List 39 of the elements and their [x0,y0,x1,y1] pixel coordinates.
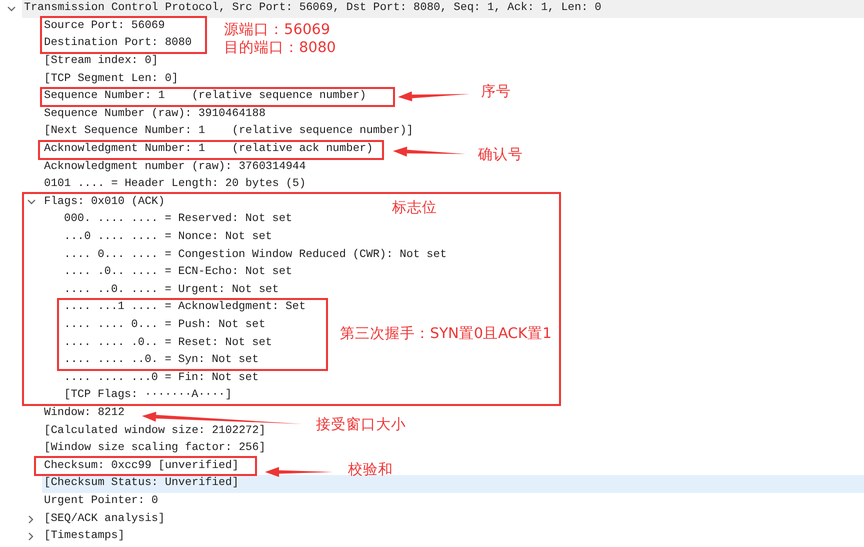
tree-row[interactable]: [Next Sequence Number: 1 (relative sequence number)] [44,125,414,138]
tree-row[interactable]: .... ..0. .... = Urgent: Not set [64,284,279,297]
tree-row[interactable]: 000. .... .... = Reserved: Not set [64,213,292,226]
tree-row[interactable]: .... ...1 .... = Acknowledgment: Set [64,301,306,314]
tree-row[interactable]: Acknowledgment number (raw): 3760314944 [44,160,306,174]
tree-row[interactable]: [Timestamps] [44,530,125,544]
annotation-label: 源端口：56069 [224,21,330,39]
tree-row[interactable]: ...0 .... .... = Nonce: Not set [64,231,272,244]
tree-row[interactable]: 0101 .... = Header Length: 20 bytes (5) [44,178,306,192]
tree-row[interactable]: [Calculated window size: 2102272] [44,424,266,438]
tree-row[interactable]: [Stream index: 0] [44,55,158,68]
tree-row[interactable]: .... 0... .... = Congestion Window Reduced (CWR): Not set [64,248,447,262]
tree-row[interactable]: [TCP Flags: ·······A····] [64,389,232,402]
tree-row[interactable]: [TCP Segment Len: 0] [44,72,178,86]
tree-row[interactable]: Source Port: 56069 [44,20,165,33]
annotation-label: 序号 [481,83,511,101]
tree-row[interactable]: .... .... ..0. = Syn: Not set [64,354,259,368]
annotation-label: 第三次握手：SYN置0且ACK置1 [340,325,552,343]
tree-row[interactable]: Destination Port: 8080 [44,37,192,50]
tree-row[interactable]: Checksum: 0xcc99 [unverified] [44,460,239,473]
tree-row[interactable]: [Window size scaling factor: 256] [44,442,266,456]
annotation-label: 确认号 [478,146,523,164]
tree-row[interactable]: Transmission Control Protocol, Src Port: 56069, Dst Port: 8080, Seq: 1, Ack: 1, Len: 0 [24,2,602,16]
tree-row[interactable]: Sequence Number: 1 (relative sequence number) [44,90,366,104]
tree-row[interactable]: Sequence Number (raw): 3910464188 [44,108,266,121]
tree-row[interactable]: Window: 8212 [44,406,125,420]
annotation-label: 校验和 [348,461,393,479]
tree-row[interactable]: Urgent Pointer: 0 [44,494,158,508]
annotation-label: 标志位 [392,199,437,217]
annotation-label: 目的端口：8080 [224,39,336,57]
tree-row[interactable]: [Checksum Status: Unverified] [44,477,239,490]
tree-row[interactable]: [SEQ/ACK analysis] [44,512,165,526]
tree-row[interactable]: .... .0.. .... = ECN-Echo: Not set [64,266,292,280]
tree-row[interactable]: Flags: 0x010 (ACK) [44,196,165,209]
tree-row[interactable]: Acknowledgment Number: 1 (relative ack number) [44,143,373,156]
annotation-label: 接受窗口大小 [316,416,406,434]
tree-row[interactable]: .... .... .0.. = Reset: Not set [64,336,272,350]
tree-row[interactable]: .... .... ...0 = Fin: Not set [64,372,259,385]
tree-row[interactable]: .... .... 0... = Push: Not set [64,318,266,332]
